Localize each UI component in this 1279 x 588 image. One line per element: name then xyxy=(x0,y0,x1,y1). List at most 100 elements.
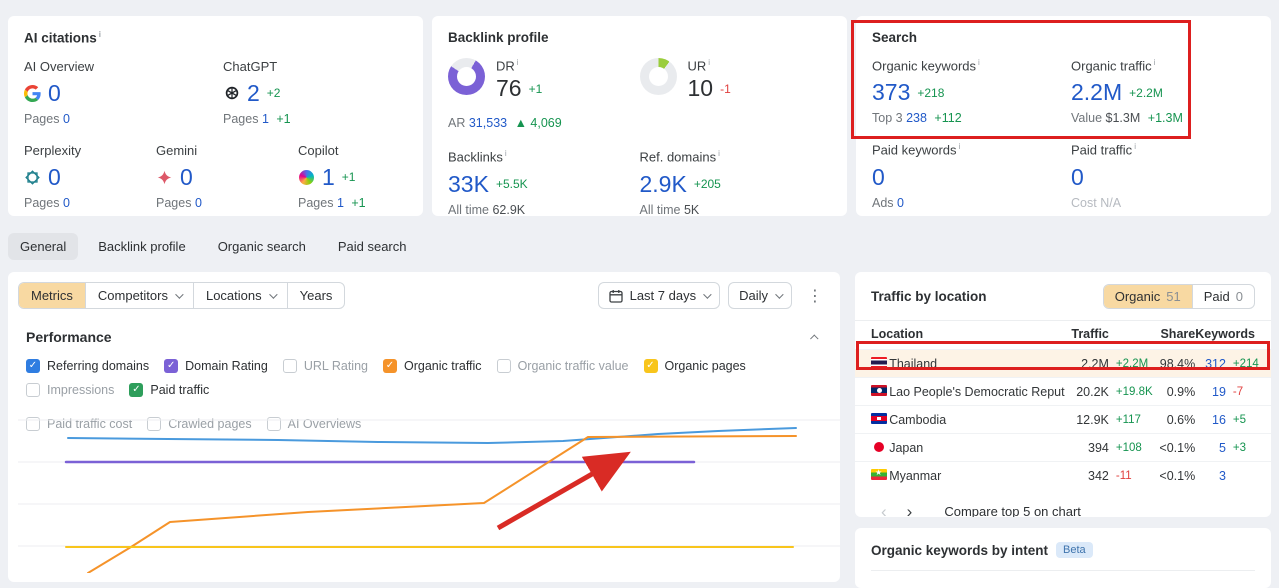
metric-paid-keywords: Paid keywords i 0 Ads 0 xyxy=(872,142,961,210)
paid-keywords-count[interactable]: 0 xyxy=(872,164,885,191)
toggle-paid[interactable]: Paid 0 xyxy=(1191,285,1254,308)
paid-traffic-count[interactable]: 0 xyxy=(1071,164,1084,191)
checkbox-url-rating[interactable]: URL Rating xyxy=(282,359,368,373)
date-range-button[interactable]: Last 7 days xyxy=(597,282,721,309)
ur-value: 10 xyxy=(687,75,714,102)
chatgpt-icon xyxy=(223,85,240,102)
location-row-thailand[interactable]: Thailand 2.2M +2.2M 98.4% 312 +214 xyxy=(855,349,1271,378)
backlink-profile-card: Backlink profile DR i 76 +1 UR i 10 -1 A… xyxy=(432,16,847,217)
metric-ai-overview: AI Overview 0 Pages 0 xyxy=(24,58,95,126)
backlink-profile-title: Backlink profile xyxy=(448,30,549,45)
location-row-japan[interactable]: Japan 394 +108 <0.1% 5 +3 xyxy=(855,433,1271,462)
backlinks-count[interactable]: 33K xyxy=(448,171,489,198)
search-title: Search xyxy=(872,30,918,45)
divider xyxy=(871,570,1255,571)
google-g-icon xyxy=(24,84,41,102)
performance-title: Performance xyxy=(26,329,112,345)
thailand-flag-icon xyxy=(871,356,887,368)
organic-keywords-count[interactable]: 373 xyxy=(872,79,910,106)
tab-general[interactable]: General xyxy=(8,233,79,260)
tab-paid-search[interactable]: Paid search xyxy=(326,233,419,260)
chevron-down-icon xyxy=(775,289,784,299)
ai-overview-count[interactable]: 0 xyxy=(48,80,61,107)
checkbox-organic-pages[interactable]: ✓ Organic pages xyxy=(643,359,746,373)
info-icon: i xyxy=(978,58,980,67)
perplexity-icon xyxy=(24,169,41,186)
kebab-menu-button[interactable]: ⋮ xyxy=(800,286,830,306)
pager-next-icon[interactable]: › xyxy=(897,503,923,518)
info-icon: i xyxy=(516,58,519,67)
metric-perplexity: Perplexity 0 Pages 0 xyxy=(24,142,82,210)
dr-donut-gauge xyxy=(448,58,485,95)
info-icon: i xyxy=(708,58,711,67)
laos-flag-icon xyxy=(871,384,887,396)
calendar-icon xyxy=(608,289,623,303)
granularity-button[interactable]: Daily xyxy=(728,282,792,309)
chart-mode-segmented-control: Metrics Competitors Locations Years xyxy=(18,282,346,309)
ur-donut-gauge xyxy=(639,58,677,95)
checkbox-organic-traffic-value[interactable]: Organic traffic value xyxy=(496,359,629,373)
metric-chatgpt: ChatGPT 2 +2 Pages 1 +1 xyxy=(223,58,291,126)
info-icon: i xyxy=(1153,58,1156,67)
location-row-cambodia[interactable]: Cambodia 12.9K +117 0.6% 16 +5 xyxy=(855,405,1271,434)
info-icon: i xyxy=(504,149,507,159)
tab-organic-search[interactable]: Organic search xyxy=(206,233,318,260)
info-icon: i xyxy=(98,30,101,39)
url-rating-block: UR i 10 -1 xyxy=(639,58,832,107)
chevron-down-icon xyxy=(268,289,278,299)
segment-locations[interactable]: Locations xyxy=(192,283,287,308)
segment-metrics[interactable]: Metrics xyxy=(19,283,85,308)
collapse-section-button[interactable] xyxy=(808,326,822,348)
metric-organic-keywords: Organic keywords i 373 +218 Top 3 238 +112 xyxy=(872,58,980,126)
checkbox-domain-rating[interactable]: ✓ Domain Rating xyxy=(164,359,268,373)
traffic-by-location-title: Traffic by location xyxy=(871,289,987,304)
copilot-count[interactable]: 1 xyxy=(322,164,335,191)
metric-copilot: Copilot 1 +1 Pages 1 +1 xyxy=(298,142,366,210)
location-row-myanmar[interactable]: Myanmar 342 -11 <0.1% 3 xyxy=(855,461,1271,490)
compare-top5-link[interactable]: Compare top 5 on chart xyxy=(944,504,1081,518)
chevron-up-icon xyxy=(810,334,819,343)
traffic-by-location-panel: Traffic by location Organic 51 Paid 0 Loca… xyxy=(855,272,1271,517)
chevron-down-icon xyxy=(175,289,184,299)
locations-table-header: Location Traffic Share Keywords xyxy=(855,320,1271,350)
summary-cards-row: AI citations i AI Overview 0 Pages 0 Chat… xyxy=(8,16,1271,217)
performance-panel: Metrics Competitors Locations Years Last… xyxy=(8,272,840,582)
performance-chart[interactable] xyxy=(18,395,840,573)
chevron-down-icon xyxy=(703,289,712,299)
location-row-laos[interactable]: Lao People's Democratic Reput 20.2K +19.… xyxy=(855,377,1271,406)
gemini-icon xyxy=(156,169,173,186)
organic-paid-toggle: Organic 51 Paid 0 xyxy=(1102,284,1255,309)
segment-competitors[interactable]: Competitors xyxy=(84,283,193,308)
checkbox-organic-traffic[interactable]: ✓ Organic traffic xyxy=(382,359,482,373)
section-tabs: General Backlink profile Organic search … xyxy=(8,233,419,260)
segment-years[interactable]: Years xyxy=(286,283,345,308)
dr-value: 76 xyxy=(496,75,522,102)
metric-gemini: Gemini 0 Pages 0 xyxy=(156,142,202,210)
gemini-count[interactable]: 0 xyxy=(180,164,193,191)
metric-backlinks: Backlinks i 33K +5.5K All time 62.9K xyxy=(448,149,528,217)
organic-keywords-by-intent-panel: Organic keywords by intent Beta xyxy=(855,528,1271,588)
organic-keywords-by-intent-title: Organic keywords by intent xyxy=(871,542,1049,558)
copilot-icon xyxy=(298,169,315,186)
cambodia-flag-icon xyxy=(871,412,887,424)
locations-table: Location Traffic Share Keywords Thailand… xyxy=(855,320,1271,490)
toggle-organic[interactable]: Organic 51 xyxy=(1103,285,1192,308)
ref-domains-count[interactable]: 2.9K xyxy=(640,171,687,198)
checkbox-referring-domains[interactable]: ✓ Referring domains xyxy=(26,359,149,373)
tab-backlink-profile[interactable]: Backlink profile xyxy=(86,233,197,260)
info-icon: i xyxy=(958,142,961,152)
metric-organic-traffic: Organic traffic i 2.2M +2.2M Value $1.3M +… xyxy=(1071,58,1183,126)
ahrefs-rank: AR 31,533 ▲ 4,069 xyxy=(448,116,562,131)
japan-flag-icon xyxy=(874,441,884,452)
info-icon: i xyxy=(1134,142,1136,152)
locations-pager: ‹ › Compare top 5 on chart xyxy=(855,490,1271,518)
info-icon: i xyxy=(718,149,720,159)
chatgpt-count[interactable]: 2 xyxy=(247,80,260,107)
ai-citations-title: AI citations i xyxy=(24,30,101,46)
pager-prev-icon[interactable]: ‹ xyxy=(871,503,897,518)
metric-ref-domains: Ref. domains i 2.9K +205 All time 5K xyxy=(639,149,721,217)
metric-paid-traffic: Paid traffic i 0 Cost N/A xyxy=(1071,142,1136,210)
ai-citations-card: AI citations i AI Overview 0 Pages 0 Chat… xyxy=(8,16,423,216)
organic-traffic-count[interactable]: 2.2M xyxy=(1071,79,1122,106)
perplexity-count[interactable]: 0 xyxy=(48,164,61,191)
